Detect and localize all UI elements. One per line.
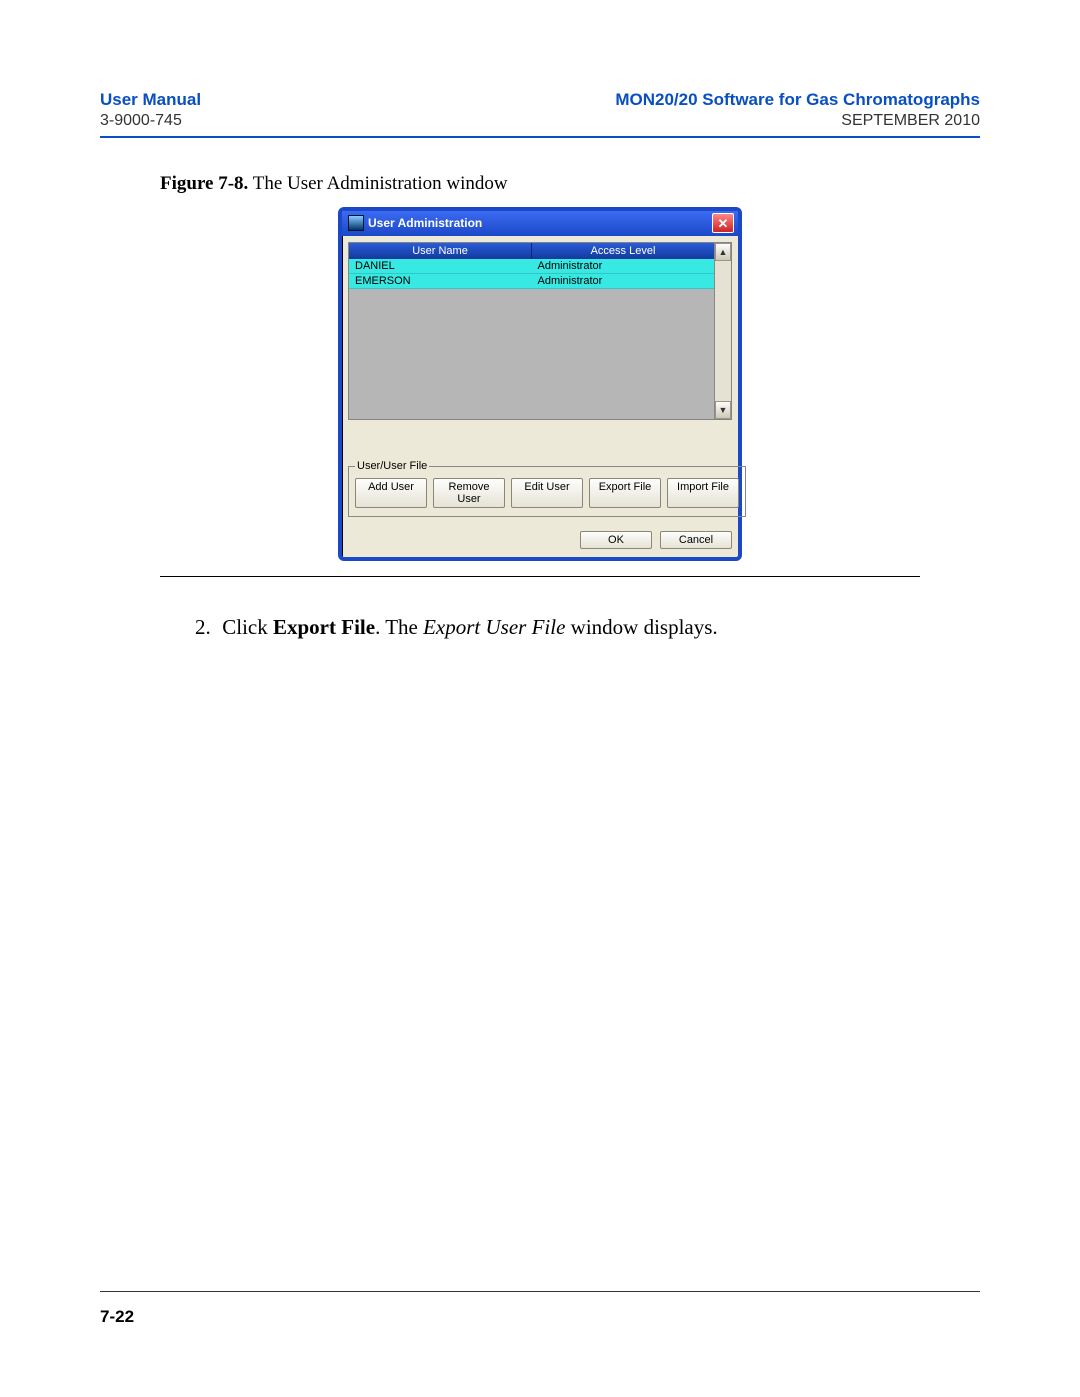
- page-subheader: 3-9000-745 SEPTEMBER 2010: [100, 112, 980, 130]
- header-right-title: MON20/20 Software for Gas Chromatographs: [615, 90, 980, 110]
- scroll-down-button[interactable]: ▼: [715, 401, 731, 419]
- cell-accesslevel: Administrator: [532, 274, 715, 288]
- grid-row[interactable]: DANIEL Administrator: [349, 259, 714, 274]
- step-number: 2.: [195, 612, 217, 644]
- user-grid: User Name Access Level DANIEL Administra…: [348, 242, 732, 420]
- footer-rule: [100, 1291, 980, 1292]
- figure-label-strong: Figure 7-8.: [160, 173, 248, 194]
- dialog-title: User Administration: [368, 216, 482, 230]
- user-file-fieldset: User/User File Add User Remove User Edit…: [348, 460, 746, 517]
- cell-username: DANIEL: [349, 259, 532, 273]
- step-text-pre: Click: [222, 615, 273, 639]
- close-button[interactable]: ✕: [712, 213, 734, 233]
- page-number: 7-22: [100, 1307, 134, 1327]
- import-file-button[interactable]: Import File: [667, 478, 739, 508]
- ok-button[interactable]: OK: [580, 531, 652, 549]
- step-2: 2. Click Export File. The Export User Fi…: [195, 612, 920, 644]
- remove-user-button[interactable]: Remove User: [433, 478, 505, 508]
- titlebar[interactable]: User Administration ✕: [342, 211, 738, 236]
- figure-sep-rule: [160, 576, 920, 577]
- app-icon: [348, 215, 364, 231]
- chevron-up-icon: ▲: [719, 247, 728, 257]
- export-file-button[interactable]: Export File: [589, 478, 661, 508]
- doc-number: 3-9000-745: [100, 112, 182, 130]
- grid-scrollbar[interactable]: ▲ ▼: [714, 243, 731, 419]
- step-bold: Export File: [273, 615, 375, 639]
- col-header-username[interactable]: User Name: [349, 243, 532, 259]
- doc-date: SEPTEMBER 2010: [841, 112, 980, 130]
- grid-header: User Name Access Level: [349, 243, 714, 259]
- dialog-body: User Name Access Level DANIEL Administra…: [342, 236, 738, 557]
- col-header-accesslevel[interactable]: Access Level: [532, 243, 714, 259]
- header-left-title: User Manual: [100, 90, 201, 110]
- step-text-post: window displays.: [565, 615, 717, 639]
- page-header: User Manual MON20/20 Software for Gas Ch…: [100, 90, 980, 110]
- step-italic: Export User File: [423, 615, 565, 639]
- chevron-down-icon: ▼: [719, 405, 728, 415]
- fieldset-legend: User/User File: [355, 460, 429, 472]
- grid-empty-area: [349, 289, 714, 419]
- step-text-mid: . The: [375, 615, 423, 639]
- cell-username: EMERSON: [349, 274, 532, 288]
- user-admin-dialog: User Administration ✕ User Name Access L…: [338, 207, 742, 561]
- grid-row[interactable]: EMERSON Administrator: [349, 274, 714, 289]
- close-icon: ✕: [718, 217, 729, 230]
- header-rule: [100, 136, 980, 138]
- cell-accesslevel: Administrator: [532, 259, 715, 273]
- cancel-button[interactable]: Cancel: [660, 531, 732, 549]
- figure-label-rest: The User Administration window: [248, 173, 507, 194]
- edit-user-button[interactable]: Edit User: [511, 478, 583, 508]
- add-user-button[interactable]: Add User: [355, 478, 427, 508]
- scroll-up-button[interactable]: ▲: [715, 243, 731, 261]
- figure-caption: Figure 7-8. The User Administration wind…: [160, 173, 980, 195]
